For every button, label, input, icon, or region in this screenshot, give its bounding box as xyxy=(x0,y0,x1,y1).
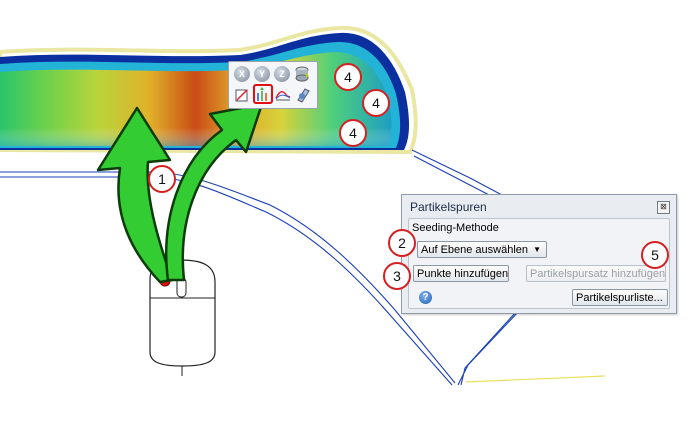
callout-4c: 4 xyxy=(339,119,367,147)
add-trace-set-button[interactable]: Partikelspursatz hinzufügen xyxy=(526,265,666,282)
callout-4b: 4 xyxy=(362,89,390,117)
x-axis-view-button[interactable]: X xyxy=(234,66,250,82)
seeding-method-label: Seeding-Methode xyxy=(412,222,499,234)
section-view-icon xyxy=(297,88,310,103)
dialog-title: Partikelspuren xyxy=(410,200,487,214)
active-tool-highlight xyxy=(253,84,273,104)
xy-plot-icon xyxy=(275,91,291,101)
cylinder-icon xyxy=(295,66,309,82)
plane-button[interactable] xyxy=(234,87,250,103)
seeding-method-select[interactable]: Auf Ebene auswählen ▼ xyxy=(417,241,547,258)
callout-4a: 4 xyxy=(334,63,362,91)
close-icon[interactable]: ⊠ xyxy=(657,201,670,214)
y-axis-view-button[interactable]: Y xyxy=(254,66,270,82)
iso-surface-button[interactable] xyxy=(294,66,310,82)
plane-icon xyxy=(235,89,248,102)
trace-list-button[interactable]: Partikelspurliste... xyxy=(572,289,668,306)
callout-5: 5 xyxy=(641,241,669,269)
callout-1: 1 xyxy=(148,165,176,193)
view-toolbar: X Y Z xyxy=(228,61,318,109)
section-view-button[interactable] xyxy=(295,87,311,103)
add-points-button[interactable]: Punkte hinzufügen xyxy=(413,265,509,282)
z-axis-view-button[interactable]: Z xyxy=(274,66,290,82)
help-icon[interactable]: ? xyxy=(419,291,432,304)
floor-line xyxy=(465,375,606,383)
xy-plot-button[interactable] xyxy=(275,87,291,103)
callout-3: 3 xyxy=(383,262,411,290)
seeding-method-value: Auf Ebene auswählen xyxy=(421,244,529,256)
chevron-down-icon: ▼ xyxy=(533,245,541,254)
callout-2: 2 xyxy=(388,229,416,257)
